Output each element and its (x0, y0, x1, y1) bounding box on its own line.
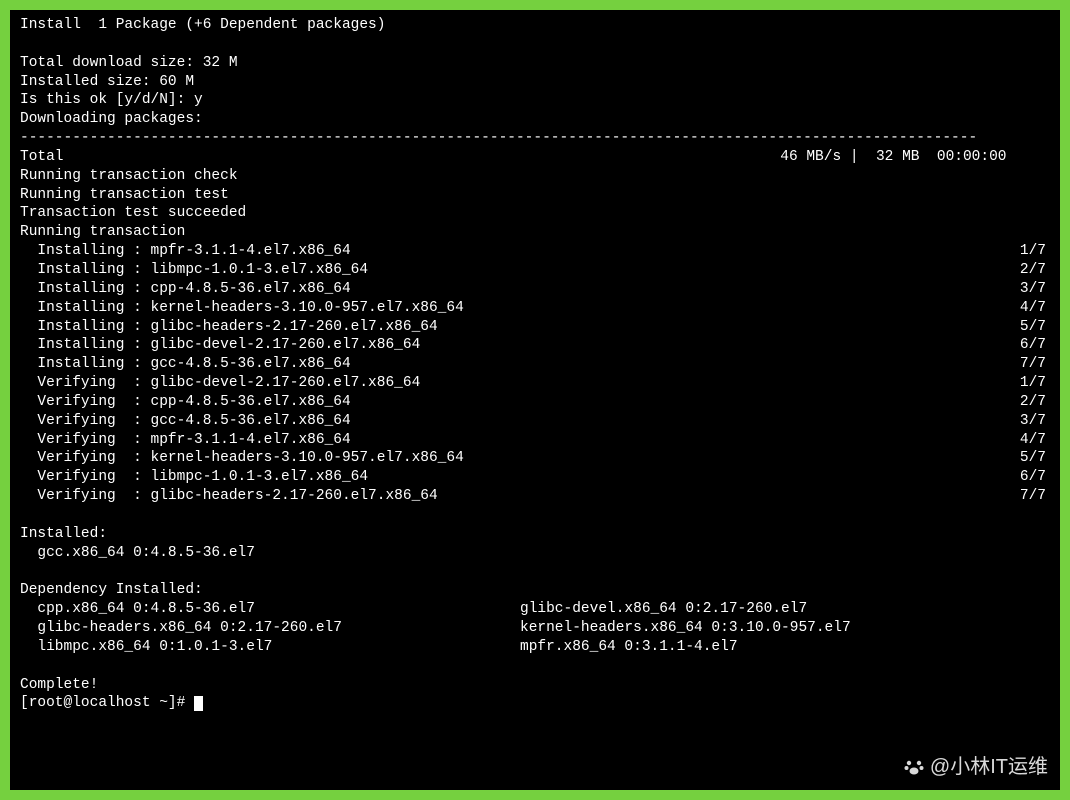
install-summary: Install 1 Package (+6 Dependent packages… (20, 16, 1050, 35)
installed-size: Installed size: 60 M (20, 73, 1050, 92)
action-row: Installing : mpfr-3.1.1-4.el7.x86_64 1/7 (20, 242, 1050, 261)
divider-line: ----------------------------------------… (20, 129, 1050, 148)
action-count: 2/7 (1020, 261, 1050, 280)
total-line: Total 46 MB/s | 32 MB 00:00:00 (20, 148, 1050, 167)
action-count: 3/7 (1020, 412, 1050, 431)
action-text: Verifying : cpp-4.8.5-36.el7.x86_64 (20, 393, 351, 412)
dependency-header: Dependency Installed: (20, 581, 1050, 600)
action-text: Installing : mpfr-3.1.1-4.el7.x86_64 (20, 242, 351, 261)
dependency-row: glibc-headers.x86_64 0:2.17-260.el7kerne… (20, 619, 1050, 638)
action-count: 2/7 (1020, 393, 1050, 412)
action-row: Installing : gcc-4.8.5-36.el7.x86_64 7/7 (20, 355, 1050, 374)
blank-line (20, 506, 1050, 525)
action-count: 5/7 (1020, 318, 1050, 337)
blank-line (20, 562, 1050, 581)
cursor (194, 696, 203, 711)
action-count: 6/7 (1020, 468, 1050, 487)
action-text: Installing : glibc-headers-2.17-260.el7.… (20, 318, 438, 337)
action-row: Verifying : glibc-headers-2.17-260.el7.x… (20, 487, 1050, 506)
action-count: 4/7 (1020, 299, 1050, 318)
download-size: Total download size: 32 M (20, 54, 1050, 73)
action-row: Installing : cpp-4.8.5-36.el7.x86_64 3/7 (20, 280, 1050, 299)
action-row: Installing : kernel-headers-3.10.0-957.e… (20, 299, 1050, 318)
prompt-text: [root@localhost ~]# (20, 695, 194, 711)
transaction-succeeded: Transaction test succeeded (20, 204, 1050, 223)
action-text: Verifying : kernel-headers-3.10.0-957.el… (20, 449, 464, 468)
prompt-line[interactable]: [root@localhost ~]# (20, 694, 1050, 713)
blank-line (20, 35, 1050, 54)
blank-line (20, 657, 1050, 676)
total-speed: 46 MB/s | 32 MB 00:00:00 (780, 148, 1050, 167)
installed-item: gcc.x86_64 0:4.8.5-36.el7 (20, 544, 1050, 563)
running-transaction: Running transaction (20, 223, 1050, 242)
action-count: 4/7 (1020, 431, 1050, 450)
dependency-item: kernel-headers.x86_64 0:3.10.0-957.el7 (520, 619, 1050, 638)
action-row: Installing : glibc-devel-2.17-260.el7.x8… (20, 336, 1050, 355)
complete-line: Complete! (20, 676, 1050, 695)
action-row: Verifying : mpfr-3.1.1-4.el7.x86_64 4/7 (20, 431, 1050, 450)
action-text: Verifying : libmpc-1.0.1-3.el7.x86_64 (20, 468, 368, 487)
total-label: Total (20, 148, 64, 167)
watermark-text: @小林IT运维 (930, 754, 1048, 780)
action-count: 5/7 (1020, 449, 1050, 468)
action-text: Verifying : glibc-headers-2.17-260.el7.x… (20, 487, 438, 506)
action-row: Verifying : cpp-4.8.5-36.el7.x86_64 2/7 (20, 393, 1050, 412)
action-text: Installing : gcc-4.8.5-36.el7.x86_64 (20, 355, 351, 374)
dependency-row: libmpc.x86_64 0:1.0.1-3.el7mpfr.x86_64 0… (20, 638, 1050, 657)
dependency-item: cpp.x86_64 0:4.8.5-36.el7 (20, 600, 520, 619)
action-row: Verifying : glibc-devel-2.17-260.el7.x86… (20, 374, 1050, 393)
actions-list: Installing : mpfr-3.1.1-4.el7.x86_641/7 … (20, 242, 1050, 506)
action-count: 1/7 (1020, 374, 1050, 393)
dependency-item: mpfr.x86_64 0:3.1.1-4.el7 (520, 638, 1050, 657)
dependency-item: glibc-devel.x86_64 0:2.17-260.el7 (520, 600, 1050, 619)
action-row: Installing : libmpc-1.0.1-3.el7.x86_64 2/… (20, 261, 1050, 280)
action-count: 6/7 (1020, 336, 1050, 355)
action-text: Installing : glibc-devel-2.17-260.el7.x8… (20, 336, 420, 355)
action-row: Verifying : libmpc-1.0.1-3.el7.x86_64 6/7 (20, 468, 1050, 487)
action-text: Verifying : glibc-devel-2.17-260.el7.x86… (20, 374, 420, 393)
dependency-item: glibc-headers.x86_64 0:2.17-260.el7 (20, 619, 520, 638)
paw-icon (902, 755, 926, 779)
confirm-prompt: Is this ok [y/d/N]: y (20, 91, 1050, 110)
transaction-check: Running transaction check (20, 167, 1050, 186)
action-row: Installing : glibc-headers-2.17-260.el7.… (20, 318, 1050, 337)
action-text: Installing : libmpc-1.0.1-3.el7.x86_64 (20, 261, 368, 280)
action-count: 7/7 (1020, 355, 1050, 374)
dependency-row: cpp.x86_64 0:4.8.5-36.el7glibc-devel.x86… (20, 600, 1050, 619)
watermark: @小林IT运维 (902, 754, 1048, 780)
action-text: Verifying : mpfr-3.1.1-4.el7.x86_64 (20, 431, 351, 450)
action-text: Verifying : gcc-4.8.5-36.el7.x86_64 (20, 412, 351, 431)
action-row: Verifying : gcc-4.8.5-36.el7.x86_64 3/7 (20, 412, 1050, 431)
terminal-window[interactable]: Install 1 Package (+6 Dependent packages… (10, 10, 1060, 790)
downloading-packages: Downloading packages: (20, 110, 1050, 129)
action-count: 3/7 (1020, 280, 1050, 299)
action-row: Verifying : kernel-headers-3.10.0-957.el… (20, 449, 1050, 468)
dependency-item: libmpc.x86_64 0:1.0.1-3.el7 (20, 638, 520, 657)
action-count: 1/7 (1020, 242, 1050, 261)
transaction-test: Running transaction test (20, 186, 1050, 205)
installed-header: Installed: (20, 525, 1050, 544)
action-text: Installing : kernel-headers-3.10.0-957.e… (20, 299, 464, 318)
action-count: 7/7 (1020, 487, 1050, 506)
dependency-grid: cpp.x86_64 0:4.8.5-36.el7glibc-devel.x86… (20, 600, 1050, 657)
action-text: Installing : cpp-4.8.5-36.el7.x86_64 (20, 280, 351, 299)
